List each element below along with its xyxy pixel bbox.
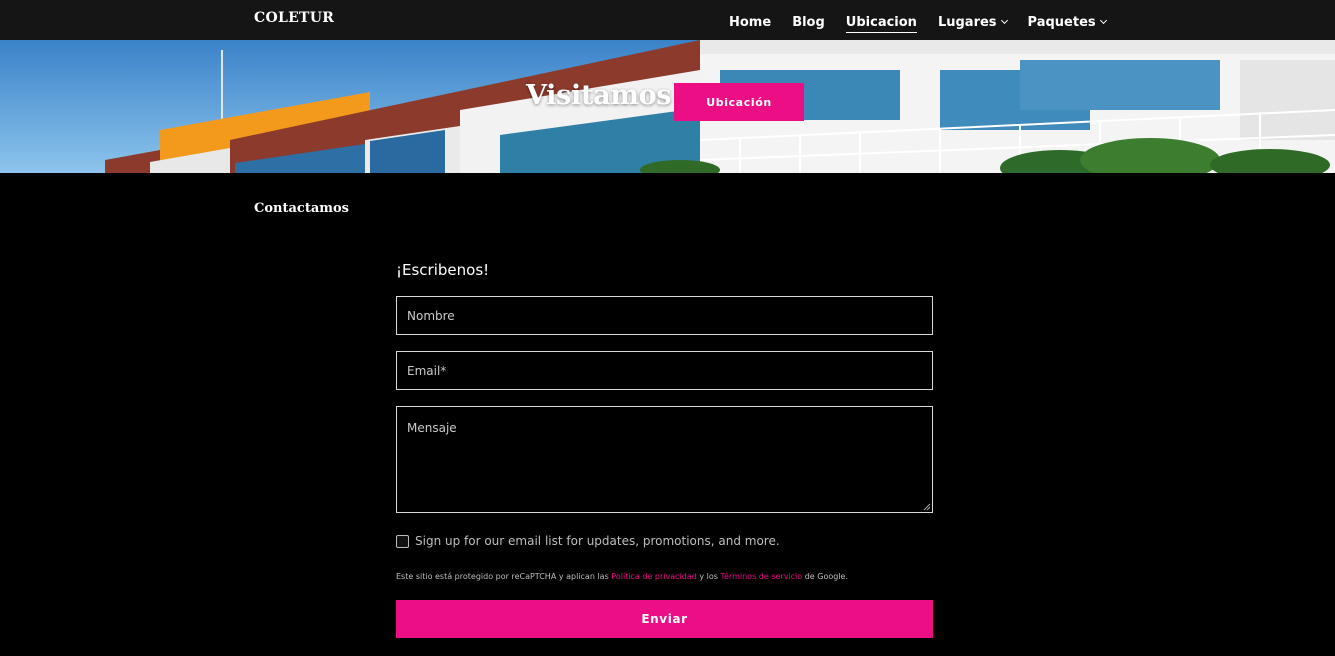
message-field[interactable]: Mensaje <box>396 406 933 513</box>
main-nav: Home Blog Ubicacion Lugares Paquetes <box>729 12 1127 33</box>
signup-label[interactable]: Sign up for our email list for updates, … <box>415 534 780 548</box>
brand-logo[interactable]: COLETUR <box>254 10 334 26</box>
nav-item-lugares[interactable]: Lugares <box>937 12 1008 32</box>
nav-item-home[interactable]: Home <box>729 12 771 32</box>
signup-row: Sign up for our email list for updates, … <box>396 534 780 548</box>
nav-item-blog[interactable]: Blog <box>792 12 825 32</box>
privacy-policy-link[interactable]: Política de privacidad <box>611 572 697 581</box>
signup-checkbox[interactable] <box>396 534 409 548</box>
email-placeholder: Email* <box>407 364 447 378</box>
nav-item-label: Lugares <box>937 14 997 30</box>
legal-prefix: Este sitio está protegido por reCaPTCHA … <box>396 572 612 581</box>
recaptcha-notice: Este sitio está protegido por reCaPTCHA … <box>396 572 848 581</box>
chevron-down-icon <box>1000 16 1008 25</box>
nav-item-label: Paquetes <box>1027 14 1096 30</box>
chevron-down-icon <box>1099 16 1107 25</box>
nav-item-label: Ubicacion <box>845 14 917 30</box>
form-heading: ¡Escribenos! <box>396 261 490 279</box>
legal-suffix: de Google. <box>802 572 849 581</box>
resize-handle-icon[interactable] <box>923 503 931 511</box>
terms-of-service-link[interactable]: Términos de servicio <box>720 572 802 581</box>
submit-button[interactable]: Enviar <box>396 600 933 638</box>
nav-item-ubicacion[interactable]: Ubicacion <box>845 12 918 33</box>
hero-title: Visitamos <box>526 80 672 111</box>
nav-item-paquetes[interactable]: Paquetes <box>1027 12 1107 32</box>
message-placeholder: Mensaje <box>407 421 457 435</box>
hero-banner: Visitamos Ubicación <box>0 40 1335 173</box>
email-field[interactable]: Email* <box>396 351 933 390</box>
nav-item-label: Blog <box>792 14 825 30</box>
name-field[interactable]: Nombre <box>396 296 933 335</box>
name-placeholder: Nombre <box>407 309 455 323</box>
nav-item-label: Home <box>729 14 772 30</box>
top-navbar: COLETUR Home Blog Ubicacion Lugares Paqu… <box>0 0 1335 40</box>
legal-middle: y los <box>696 572 721 581</box>
section-title: Contactamos <box>254 201 349 216</box>
ubicacion-button[interactable]: Ubicación <box>674 83 804 121</box>
